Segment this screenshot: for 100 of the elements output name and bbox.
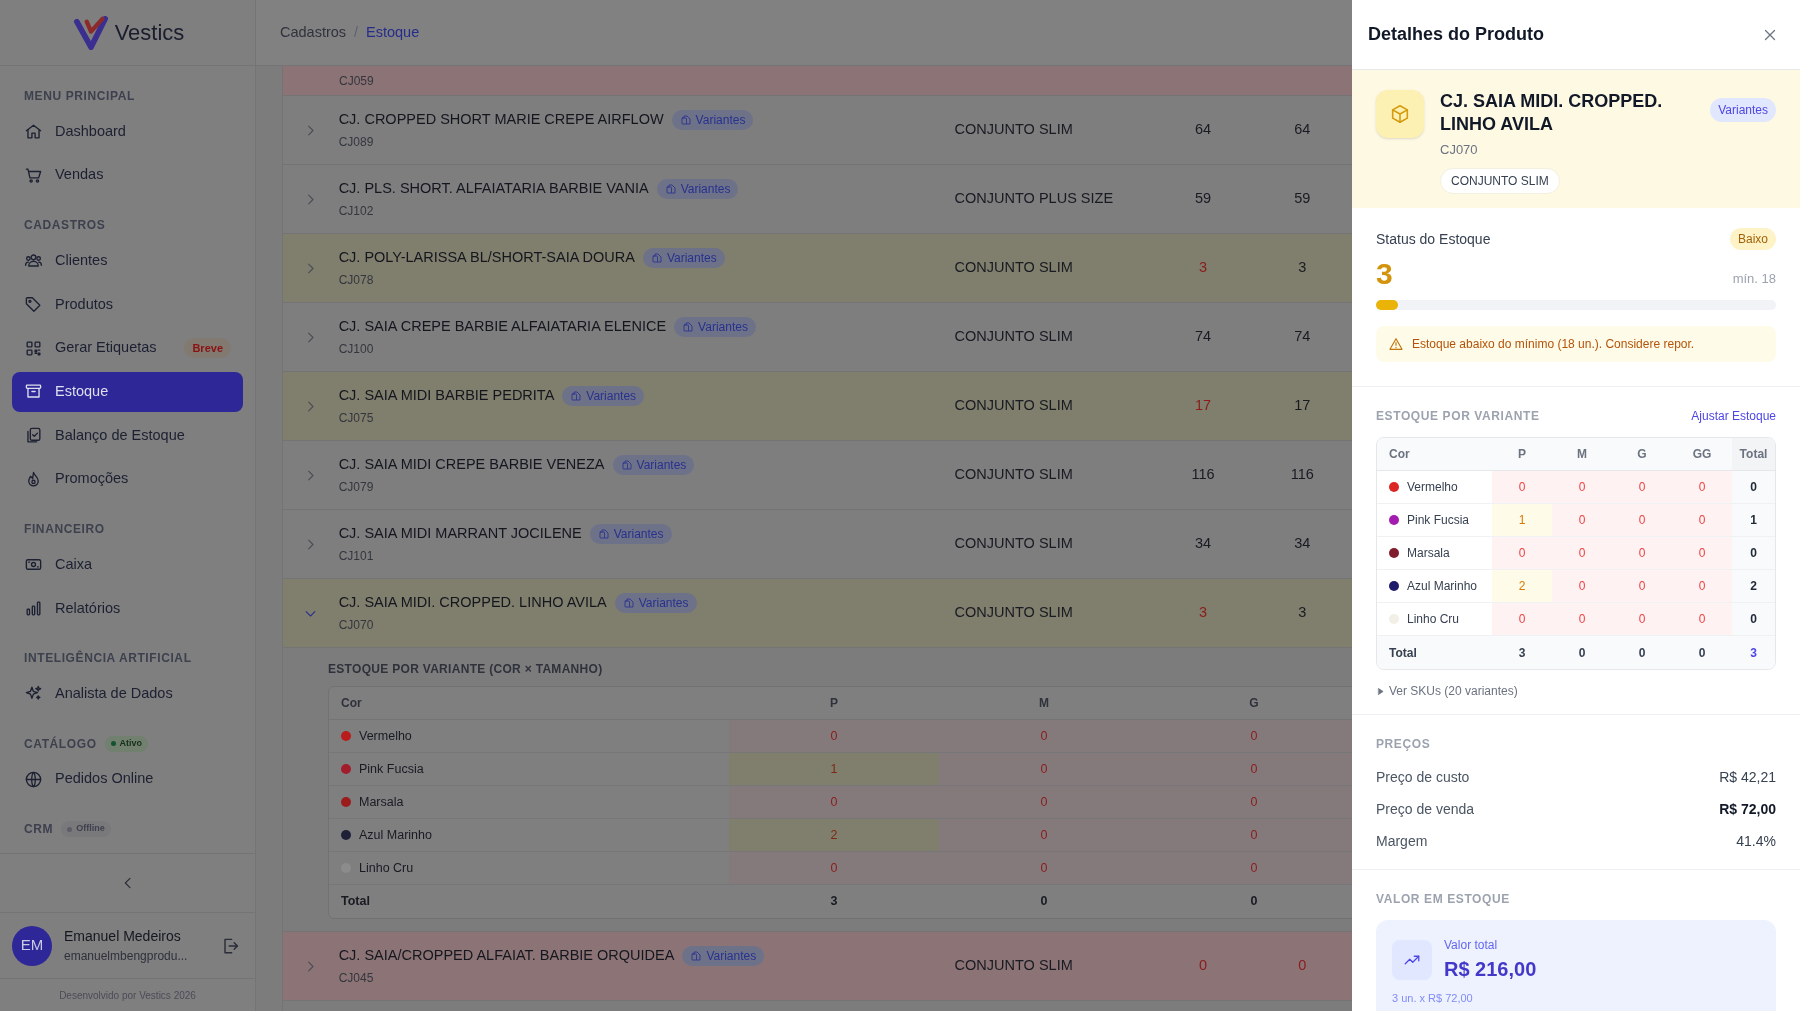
category-text: CONJUNTO PLUS SIZE: [954, 189, 1115, 209]
total-quantity: 64: [1293, 120, 1312, 140]
color-name: Linho Cru: [359, 859, 414, 877]
nav-item[interactable]: Promoções: [12, 459, 243, 500]
triangle-right-icon: [1376, 686, 1385, 696]
globe-icon: [24, 769, 43, 789]
table-cell: 0: [1149, 852, 1352, 884]
user-email: emanuelmbengprodu...: [64, 948, 189, 965]
table-cell: 0: [1149, 819, 1352, 851]
total-quantity: 3: [1297, 258, 1308, 278]
total-cell-text: 0: [1637, 644, 1647, 662]
total-cell: 0: [1732, 537, 1775, 569]
table-cell: 1: [729, 753, 939, 785]
status-badge: Offline: [61, 821, 111, 838]
section-heading: MENU PRINCIPAL: [24, 87, 135, 105]
table-cell: 0: [1492, 537, 1552, 569]
status-badge: Ativo: [104, 735, 149, 752]
section-title: Status do Estoque: [1376, 229, 1491, 249]
table-cell: 0: [1552, 570, 1612, 602]
table-cell: 2: [1492, 570, 1552, 602]
tag-icon: [24, 294, 43, 314]
table-cell: 0: [1552, 504, 1612, 536]
table-cell: 0: [1612, 471, 1672, 503]
column-header: P: [829, 695, 839, 712]
product-code: CJ100: [338, 341, 375, 359]
nav-item[interactable]: Analista de Dados: [12, 674, 243, 714]
table-cell: 2: [729, 819, 939, 851]
stock-quantity: 74: [1193, 327, 1213, 347]
user-name: Emanuel Medeiros: [64, 927, 182, 946]
cart-icon: [24, 165, 43, 185]
nav-item[interactable]: Vendas: [12, 155, 243, 196]
table-cell: 0: [1149, 786, 1352, 818]
total-quantity: 34: [1293, 534, 1312, 554]
category-text: CONJUNTO SLIM: [954, 120, 1074, 140]
total-cell-text: 3: [1517, 644, 1527, 662]
category-text: CONJUNTO SLIM: [954, 534, 1074, 554]
nav-item[interactable]: Dashboard: [12, 111, 243, 152]
variants-badge: Variantes: [674, 316, 756, 337]
column-header: Cor: [1388, 446, 1411, 463]
table-cell: 0: [1552, 603, 1612, 635]
product-code: CJ102: [338, 203, 375, 221]
total-quantity: 17: [1293, 396, 1312, 416]
nav-item[interactable]: Balanço de Estoque: [12, 415, 243, 456]
product-code: CJ045: [338, 970, 375, 988]
nav-item[interactable]: Caixa: [12, 544, 243, 585]
table-row[interactable]: CJ. SAIA MIDI BARBIE PEDRITA Variantes CJ075 CONJUNTO SLIM 17 17: [283, 372, 1352, 441]
product-code: CJ089: [338, 134, 375, 152]
table-row[interactable]: CJ. SAIA MIDI. CROPPED. LINHO AVILA Variantes CJ070 CONJUNTO SLIM 3 3: [283, 579, 1352, 648]
price-label: Preço de custo: [1376, 767, 1470, 787]
section-heading: FINANCEIRO: [24, 520, 105, 538]
stock-quantity: 116: [1190, 465, 1216, 485]
logo-text: Vestics: [114, 19, 185, 47]
stock-quantity: 3: [1197, 603, 1208, 623]
total-value: R$ 216,00: [1444, 957, 1537, 982]
total-quantity: 0: [1297, 956, 1308, 976]
section-heading: INTELIGÊNCIA ARTIFICIAL: [24, 649, 192, 668]
warning-alert: Estoque abaixo do mínimo (18 un.). Considere repor.: [1376, 326, 1776, 362]
price-value: R$ 42,21: [1719, 767, 1776, 787]
table-cell: 0: [1612, 570, 1672, 602]
total-cell-text: 0: [1697, 644, 1707, 662]
table-cell: 0: [1149, 753, 1352, 785]
breadcrumb-link[interactable]: Estoque: [366, 21, 420, 44]
section-heading: VALOR EM ESTOQUE: [1376, 891, 1511, 908]
category-text: CONJUNTO SLIM: [954, 258, 1074, 278]
nav-item[interactable]: Gerar Etiquetas Breve: [12, 328, 243, 368]
total-cell: 0: [1732, 471, 1775, 503]
table-cell: 0: [1612, 504, 1672, 536]
breadcrumb-link[interactable]: Cadastros: [280, 21, 347, 44]
product-name: CJ. SAIA CREPE BARBIE ALFAIATARIA ELENICE: [338, 316, 667, 336]
table-row[interactable]: CJ. POLY-LARISSA BL/SHORT-SAIA DOURA Variantes CJ078 CONJUNTO SLIM 3 3: [283, 234, 1352, 303]
panel-title: Detalhes do Produto: [1368, 23, 1544, 46]
nav-item[interactable]: Clientes: [12, 240, 243, 281]
table-cell: 0: [939, 852, 1149, 884]
price-value: R$ 72,00: [1719, 799, 1776, 819]
total-cell: 1: [1732, 504, 1775, 536]
column-header: Total: [1732, 438, 1775, 470]
table-cell: 0: [939, 819, 1149, 851]
category-text: CONJUNTO SLIM: [954, 396, 1074, 416]
column-header: Cor: [340, 695, 363, 712]
nav-item[interactable]: Pedidos Online: [12, 759, 243, 800]
table-cell: 0: [1672, 537, 1732, 569]
nav-item[interactable]: Estoque: [12, 372, 243, 412]
product-code: CJ079: [338, 479, 375, 497]
total-quantity: 116: [1289, 465, 1315, 485]
color-name: Pink Fucsia: [1407, 512, 1470, 529]
nav-item[interactable]: Relatórios: [12, 588, 243, 629]
adjust-stock-link[interactable]: Ajustar Estoque: [1691, 407, 1776, 425]
column-header: G: [1248, 695, 1260, 712]
color-name: Marsala: [359, 793, 404, 811]
status-badge: Baixo: [1729, 228, 1776, 250]
color-name: Azul Marinho: [1407, 578, 1478, 595]
sku-toggle[interactable]: Ver SKUs (20 variantes): [1376, 682, 1776, 700]
variants-badge: Variantes: [1710, 98, 1776, 122]
nav-item[interactable]: Produtos: [12, 284, 243, 325]
table-row[interactable]: CJ. SAIA/CROPPED ALFAIAT. BARBIE ORQUIDEA Variantes CJ045 CONJUNTO SLIM 0 0: [283, 932, 1352, 1001]
value-detail: 3 un. x R$ 72,00: [1392, 991, 1474, 1006]
total-cell: 0: [1732, 603, 1775, 635]
stock-quantity: 3: [1376, 256, 1393, 292]
stock-quantity: 59: [1193, 189, 1213, 209]
minimum-text: mín. 18: [1732, 269, 1776, 288]
